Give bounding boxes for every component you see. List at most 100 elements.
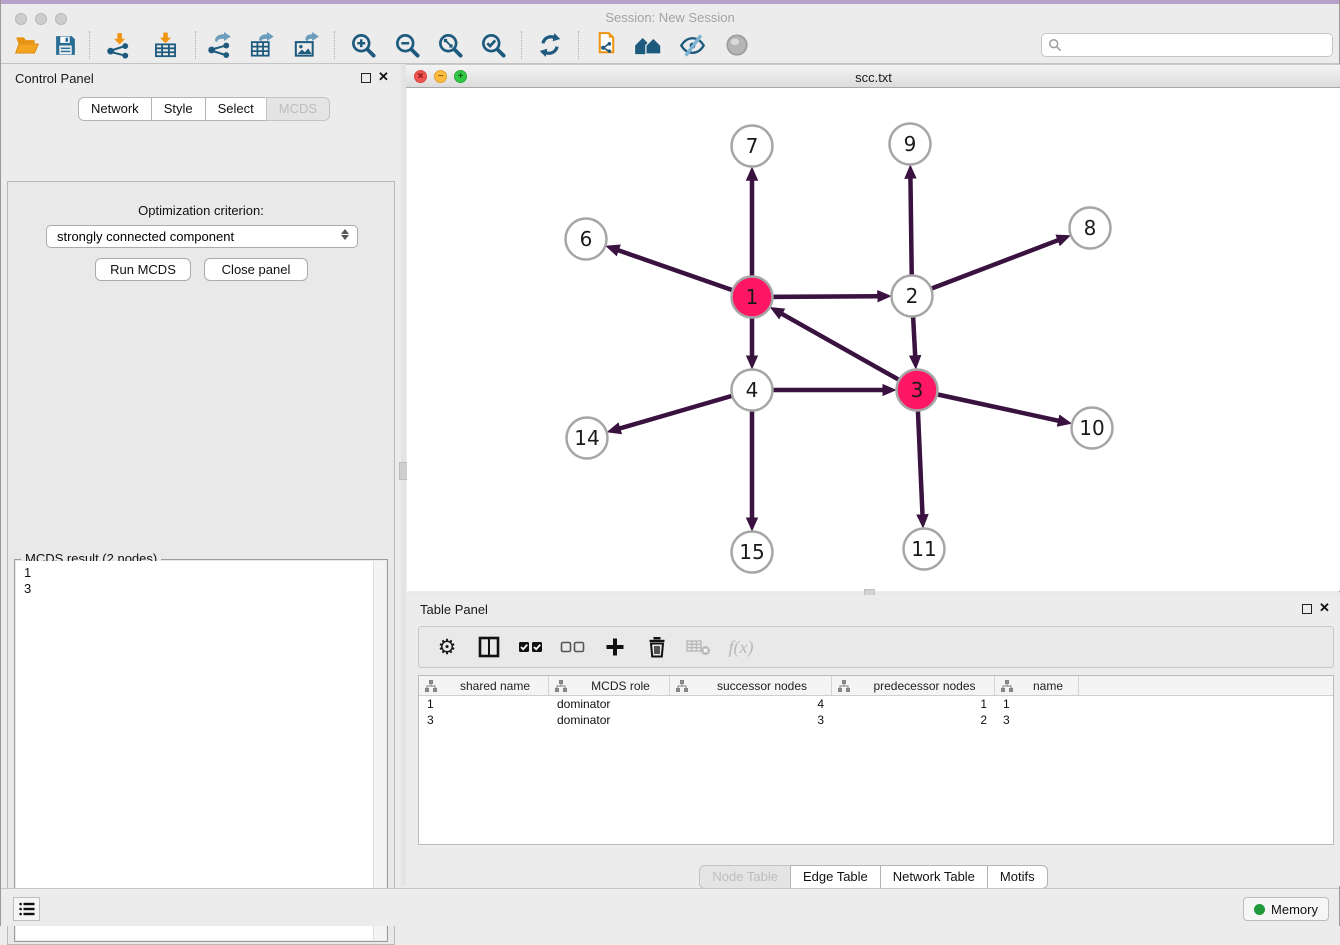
table-row[interactable]: 3dominator323	[419, 712, 1333, 728]
toolbar-separator	[521, 31, 522, 59]
deselect-all-button[interactable]	[559, 633, 587, 661]
column-header-shared-name[interactable]: shared name	[419, 676, 549, 695]
export-image-icon	[293, 32, 320, 59]
column-settings-button[interactable]: ⚙	[433, 633, 461, 661]
houses-icon	[633, 32, 663, 59]
table-row[interactable]: 1dominator411	[419, 696, 1333, 712]
table-cell[interactable]: 3	[419, 712, 549, 728]
table-cell[interactable]: 1	[419, 696, 549, 712]
memory-label: Memory	[1271, 902, 1318, 917]
criterion-select[interactable]: strongly connected component	[46, 225, 358, 248]
tab-edge-table[interactable]: Edge Table	[790, 865, 880, 889]
column-label: predecessor nodes	[855, 679, 994, 693]
fx-icon: f(x)	[729, 637, 754, 658]
control-panel-tabs: NetworkStyleSelectMCDS	[78, 97, 330, 121]
refresh-button[interactable]	[532, 28, 568, 62]
float-panel-icon[interactable]	[361, 73, 371, 83]
table-cell[interactable]: dominator	[549, 696, 670, 712]
node-table[interactable]: shared nameMCDS role successor nodes prede…	[418, 675, 1334, 845]
node-label-10: 10	[1079, 416, 1104, 440]
table-header-row: shared nameMCDS role successor nodes prede…	[419, 676, 1333, 696]
delete-table-button[interactable]	[685, 633, 713, 661]
table-cell[interactable]: 2	[832, 712, 995, 728]
column-header-MCDS-role[interactable]: MCDS role	[549, 676, 670, 695]
zoom-out-button[interactable]	[389, 28, 425, 62]
mcds-result-textarea[interactable]: 13	[16, 561, 386, 940]
export-table-button[interactable]	[244, 28, 280, 62]
export-network-button[interactable]	[201, 28, 237, 62]
zoom-selected-icon	[480, 32, 507, 59]
table-tabs: Node TableEdge TableNetwork TableMotifs	[406, 865, 1340, 889]
columns-icon	[477, 635, 501, 659]
run-mcds-button[interactable]: Run MCDS	[95, 258, 191, 281]
column-header-name[interactable]: name	[995, 676, 1079, 695]
table-cell[interactable]: 3	[995, 712, 1079, 728]
show-columns-button[interactable]	[475, 633, 503, 661]
export-image-button[interactable]	[288, 28, 324, 62]
zoom-selected-button[interactable]	[475, 28, 511, 62]
table-cell[interactable]: 1	[832, 696, 995, 712]
tab-network-table[interactable]: Network Table	[880, 865, 987, 889]
memory-button[interactable]: Memory	[1243, 897, 1329, 921]
search-input[interactable]	[1062, 36, 1332, 54]
result-scrollbar[interactable]	[373, 561, 386, 940]
close-panel-button[interactable]: Close panel	[204, 258, 308, 281]
tab-node-table[interactable]: Node Table	[699, 865, 790, 889]
import-table-button[interactable]	[147, 28, 183, 62]
title-bar[interactable]: Session: New Session	[1, 4, 1339, 25]
network-window-title: scc.txt	[406, 70, 1340, 85]
search-box[interactable]	[1041, 33, 1333, 57]
task-history-button[interactable]	[13, 897, 40, 921]
select-all-button[interactable]	[517, 633, 545, 661]
open-session-button[interactable]	[9, 28, 45, 62]
column-label: successor nodes	[693, 679, 831, 693]
new-network-from-selection-button[interactable]	[588, 28, 624, 62]
close-panel-icon[interactable]: ✕	[1319, 600, 1330, 616]
network-canvas[interactable]: 7968124314101511	[407, 88, 1340, 591]
tab-select[interactable]: Select	[205, 97, 266, 121]
network-window-titlebar[interactable]: × − + scc.txt	[406, 64, 1340, 88]
hierarchy-icon	[838, 680, 850, 692]
close-panel-icon[interactable]: ✕	[378, 69, 389, 85]
table-cell[interactable]: dominator	[549, 712, 670, 728]
edge-3-1[interactable]	[781, 313, 917, 390]
criterion-selected-value: strongly connected component	[57, 229, 234, 244]
tab-network[interactable]: Network	[78, 97, 151, 121]
mcds-result-group: MCDS result (2 nodes) 13	[14, 559, 388, 942]
toolbar-separator	[195, 31, 196, 59]
export-network-icon	[206, 32, 233, 59]
table-cell[interactable]: 4	[670, 696, 832, 712]
tab-motifs[interactable]: Motifs	[987, 865, 1048, 889]
table-panel: Table Panel ✕ ⚙	[406, 595, 1340, 886]
column-header-successor-nodes[interactable]: successor nodes	[670, 676, 832, 695]
import-table-icon	[152, 32, 179, 59]
control-panel-title: Control Panel	[15, 71, 94, 86]
column-header-predecessor-nodes[interactable]: predecessor nodes	[832, 676, 995, 695]
table-cell[interactable]: 3	[670, 712, 832, 728]
zoom-fit-button[interactable]	[432, 28, 468, 62]
node-label-11: 11	[911, 537, 936, 561]
main-toolbar	[1, 25, 1339, 64]
control-panel: Control Panel ✕ NetworkStyleSelectMCDS O…	[1, 64, 401, 886]
network-graph[interactable]: 7968124314101511	[407, 88, 1340, 591]
save-session-button[interactable]	[47, 28, 83, 62]
tab-mcds[interactable]: MCDS	[266, 97, 330, 121]
eye-slash-icon	[679, 32, 706, 59]
float-panel-icon[interactable]	[1302, 604, 1312, 614]
edge-2-8[interactable]	[912, 240, 1059, 296]
zoom-in-button[interactable]	[345, 28, 381, 62]
edge-3-10[interactable]	[917, 390, 1059, 421]
hide-selected-button[interactable]	[674, 28, 710, 62]
toolbar-separator	[578, 31, 579, 59]
first-neighbors-button[interactable]	[630, 28, 666, 62]
table-body: 1dominator4113dominator323	[419, 696, 1333, 728]
tab-style[interactable]: Style	[151, 97, 205, 121]
column-label: shared name	[442, 679, 548, 693]
delete-row-button[interactable]	[643, 633, 671, 661]
function-builder-button[interactable]: f(x)	[727, 633, 755, 661]
edge-layer	[618, 177, 1060, 518]
table-cell[interactable]: 1	[995, 696, 1079, 712]
import-network-button[interactable]	[100, 28, 136, 62]
add-row-button[interactable]	[601, 633, 629, 661]
show-all-button[interactable]	[719, 28, 755, 62]
